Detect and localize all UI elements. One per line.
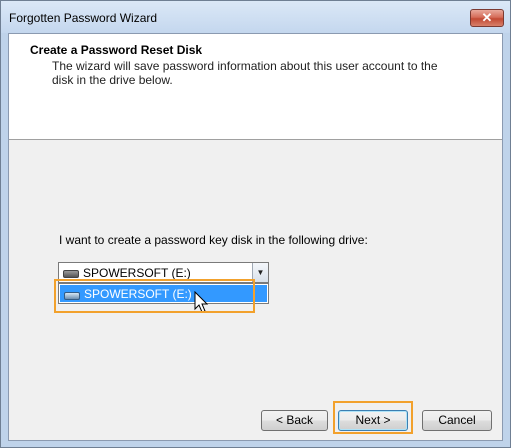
page-description: The wizard will save password informatio…: [52, 59, 438, 87]
drive-select-value: SPOWERSOFT (E:): [83, 266, 191, 280]
page-title: Create a Password Reset Disk: [30, 43, 203, 57]
window-title: Forgotten Password Wizard: [9, 11, 158, 25]
wizard-header: Create a Password Reset Disk The wizard …: [9, 34, 502, 140]
next-button[interactable]: Next >: [338, 410, 408, 431]
drive-icon: [63, 270, 79, 278]
drive-prompt-label: I want to create a password key disk in …: [59, 233, 368, 247]
close-button[interactable]: ✕: [470, 9, 504, 27]
dropdown-highlight-box: [54, 279, 255, 313]
cancel-button[interactable]: Cancel: [422, 410, 492, 431]
title-bar: Forgotten Password Wizard ✕: [1, 1, 510, 33]
back-button[interactable]: < Back: [261, 410, 328, 431]
wizard-body: Create a Password Reset Disk The wizard …: [8, 33, 503, 441]
wizard-window: Forgotten Password Wizard ✕ Create a Pas…: [0, 0, 511, 448]
